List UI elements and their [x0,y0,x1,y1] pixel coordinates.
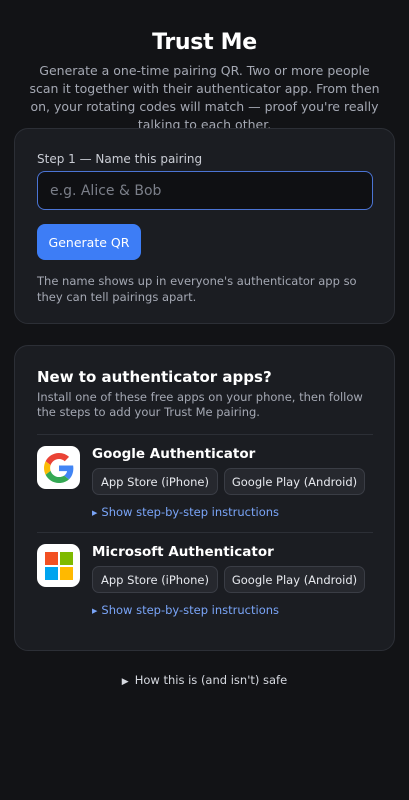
google-authenticator-logo-icon [37,446,80,489]
app-store-button[interactable]: App Store (iPhone) [92,566,218,593]
triangle-right-icon: ▶ [92,607,98,615]
page-subtitle: Generate a one-time pairing QR. Two or m… [29,63,380,132]
safety-info-label: How this is (and isn't) safe [134,673,288,687]
google-play-button[interactable]: Google Play (Android) [224,468,365,495]
app-store-button[interactable]: App Store (iPhone) [92,468,218,495]
show-instructions-label: Show step-by-step instructions [101,505,280,519]
apps-card-description: Install one of these free apps on your p… [37,390,363,419]
page-title: Trust Me [152,30,257,55]
authenticator-apps-card: New to authenticator apps? Install one o… [14,345,395,651]
show-instructions-label: Show step-by-step instructions [101,603,280,617]
app-name: Microsoft Authenticator [92,544,274,560]
step-label: Step 1 — Name this pairing [37,152,203,166]
generate-qr-button[interactable]: Generate QR [37,224,141,260]
pairing-help-text: The name shows up in everyone's authenti… [37,274,357,304]
app-microsoft-authenticator: Microsoft Authenticator App Store (iPhon… [37,532,373,624]
app-name: Google Authenticator [92,446,256,462]
pairing-name-input[interactable] [37,171,373,210]
safety-info-toggle[interactable]: ▶ How this is (and isn't) safe [0,673,409,687]
pairing-card: Step 1 — Name this pairing Generate QR T… [14,128,395,324]
triangle-right-icon: ▶ [121,677,129,687]
show-instructions-toggle[interactable]: ▶ Show step-by-step instructions [92,603,279,617]
microsoft-logo-icon [37,544,80,587]
apps-card-title: New to authenticator apps? [37,368,272,386]
triangle-right-icon: ▶ [92,509,98,517]
google-play-button[interactable]: Google Play (Android) [224,566,365,593]
page: Trust Me Generate a one-time pairing QR.… [0,0,409,800]
show-instructions-toggle[interactable]: ▶ Show step-by-step instructions [92,505,279,519]
app-google-authenticator: Google Authenticator App Store (iPhone) … [37,434,373,526]
